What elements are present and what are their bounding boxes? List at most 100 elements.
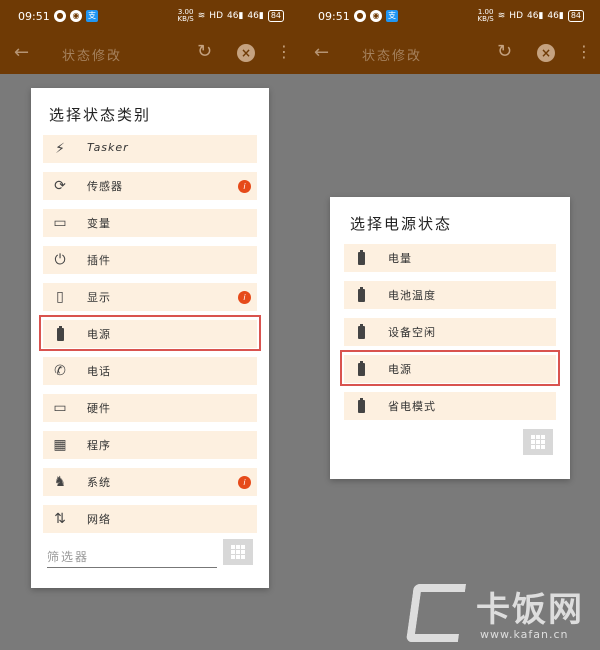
status-time: 09:51 xyxy=(18,10,50,23)
highlight-box xyxy=(340,350,560,386)
wifi-icon: ≋ xyxy=(497,11,506,21)
notification-icons: ● ◉ 支 xyxy=(54,10,98,22)
category-item-display[interactable]: ▯ 显示 i xyxy=(43,283,257,311)
item-label: 网络 xyxy=(87,513,111,526)
kafan-logo-icon xyxy=(405,584,467,642)
category-item-app[interactable]: ▦ 程序 xyxy=(43,431,257,459)
notification-icons: ● ◉ 支 xyxy=(354,10,398,22)
battery-level: 84 xyxy=(267,10,284,22)
signal-icon: 46▮ xyxy=(227,11,244,21)
status-time: 09:51 xyxy=(318,10,350,23)
back-arrow-icon[interactable]: ← xyxy=(314,42,329,63)
wifi-icon: ≋ xyxy=(197,11,206,21)
close-icon[interactable]: × xyxy=(537,44,555,62)
item-label: 程序 xyxy=(87,439,111,452)
category-item-network[interactable]: ⇅ 网络 xyxy=(43,505,257,533)
battery-icon xyxy=(352,286,370,304)
grid-view-button[interactable] xyxy=(223,539,253,565)
category-item-phone[interactable]: ✆ 电话 xyxy=(43,357,257,385)
battery-icon xyxy=(352,249,370,267)
toolbar-title: 状态修改 xyxy=(62,49,123,64)
status-right-icons: 1.00 KB/S ≋ HD 46▮ 46▮ 84 xyxy=(478,9,584,23)
category-item-tasker[interactable]: ⚡ Tasker xyxy=(43,135,257,163)
item-label: 变量 xyxy=(87,217,111,230)
close-icon[interactable]: × xyxy=(237,44,255,62)
kafan-watermark: 卡饭网 www.kafan.cn xyxy=(405,580,600,650)
power-state-dialog: 选择电源状态 电量 电池温度 设备空闲 电源 省电模式 xyxy=(330,197,570,479)
status-bar: 09:51 ● ◉ 支 1.00 KB/S ≋ HD 46▮ 46▮ 84 xyxy=(300,0,600,34)
power-item-power-saving[interactable]: 省电模式 xyxy=(344,392,556,420)
info-badge-icon[interactable]: i xyxy=(238,291,251,304)
grid-icon xyxy=(531,435,545,449)
net-speed: 1.00 KB/S xyxy=(477,8,494,23)
hd-label: HD xyxy=(509,11,523,21)
item-label: 电量 xyxy=(388,252,412,265)
item-label: 显示 xyxy=(87,291,111,304)
plug-icon: ⏻ xyxy=(54,252,66,268)
watermark-brand: 卡饭网 xyxy=(476,590,584,630)
battery-icon xyxy=(352,323,370,341)
info-badge-icon[interactable]: i xyxy=(238,476,251,489)
item-label: 电池温度 xyxy=(388,289,436,302)
power-item-battery-temperature[interactable]: 电池温度 xyxy=(344,281,556,309)
category-item-plugin[interactable]: ⏻ 插件 xyxy=(43,246,257,274)
item-label: 系统 xyxy=(87,476,111,489)
net-speed: 3.00 KB/S xyxy=(177,8,194,23)
apps-grid-icon: ▦ xyxy=(53,437,67,453)
undo-icon[interactable]: ↻ xyxy=(197,41,212,62)
item-label: 设备空闲 xyxy=(388,326,436,339)
signal-icon: 46▮ xyxy=(547,11,564,21)
category-item-hardware[interactable]: ▭ 硬件 xyxy=(43,394,257,422)
signal-icon: 46▮ xyxy=(527,11,544,21)
category-item-variable[interactable]: ▭ 变量 xyxy=(43,209,257,237)
toolbar: ← 状态修改 ↻ × ⋮ xyxy=(300,34,600,74)
info-badge-icon[interactable]: i xyxy=(238,180,251,193)
item-label: Tasker xyxy=(87,141,129,154)
battery-icon xyxy=(352,397,370,415)
dialog-title: 选择状态类别 xyxy=(49,106,152,124)
chat-icon: ◉ xyxy=(370,10,382,22)
dialog-title: 选择电源状态 xyxy=(350,215,453,233)
alipay-icon: 支 xyxy=(86,10,98,22)
left-phone: 09:51 ● ◉ 支 3.00 KB/S ≋ HD 46▮ 46▮ 84 ← 状… xyxy=(0,0,300,650)
phone-call-icon: ✆ xyxy=(54,363,66,379)
more-vert-icon[interactable]: ⋮ xyxy=(276,42,292,61)
label-tag-icon: ▭ xyxy=(53,215,67,231)
filter-input[interactable]: 筛选器 xyxy=(47,546,217,568)
highlight-box xyxy=(39,315,261,351)
item-label: 传感器 xyxy=(87,180,123,193)
category-item-system[interactable]: ♞ 系统 i xyxy=(43,468,257,496)
toolbar: ← 状态修改 ↻ × ⋮ xyxy=(0,34,300,74)
more-vert-icon[interactable]: ⋮ xyxy=(576,42,592,61)
screen-rotation-icon: ⟳ xyxy=(54,178,66,194)
power-item-device-idle[interactable]: 设备空闲 xyxy=(344,318,556,346)
grid-icon xyxy=(231,545,245,559)
phone-screen-icon: ▯ xyxy=(56,289,64,305)
item-label: 电话 xyxy=(87,365,111,378)
item-label: 省电模式 xyxy=(388,400,436,413)
qq-icon: ● xyxy=(54,10,66,22)
category-dialog: 选择状态类别 ⚡ Tasker ⟳ 传感器 i ▭ 变量 ⏻ 插件 ▯ 显示 i… xyxy=(31,88,269,588)
android-icon: ♞ xyxy=(53,474,67,490)
back-arrow-icon[interactable]: ← xyxy=(14,42,29,63)
chat-icon: ◉ xyxy=(70,10,82,22)
category-item-sensor[interactable]: ⟳ 传感器 i xyxy=(43,172,257,200)
power-item-battery-level[interactable]: 电量 xyxy=(344,244,556,272)
signal-icon: 46▮ xyxy=(247,11,264,21)
toolbar-title: 状态修改 xyxy=(362,49,423,64)
battery-level: 84 xyxy=(567,10,584,22)
lightning-icon: ⚡ xyxy=(55,141,65,157)
right-phone: 09:51 ● ◉ 支 1.00 KB/S ≋ HD 46▮ 46▮ 84 ← 状… xyxy=(300,0,600,650)
laptop-icon: ▭ xyxy=(53,400,67,416)
grid-view-button[interactable] xyxy=(523,429,553,455)
item-label: 插件 xyxy=(87,254,111,267)
alipay-icon: 支 xyxy=(386,10,398,22)
undo-icon[interactable]: ↻ xyxy=(497,41,512,62)
watermark-url: www.kafan.cn xyxy=(480,628,569,641)
qq-icon: ● xyxy=(354,10,366,22)
hd-label: HD xyxy=(209,11,223,21)
swap-vert-icon: ⇅ xyxy=(54,511,66,527)
status-right-icons: 3.00 KB/S ≋ HD 46▮ 46▮ 84 xyxy=(178,9,284,23)
item-label: 硬件 xyxy=(87,402,111,415)
status-bar: 09:51 ● ◉ 支 3.00 KB/S ≋ HD 46▮ 46▮ 84 xyxy=(0,0,300,34)
